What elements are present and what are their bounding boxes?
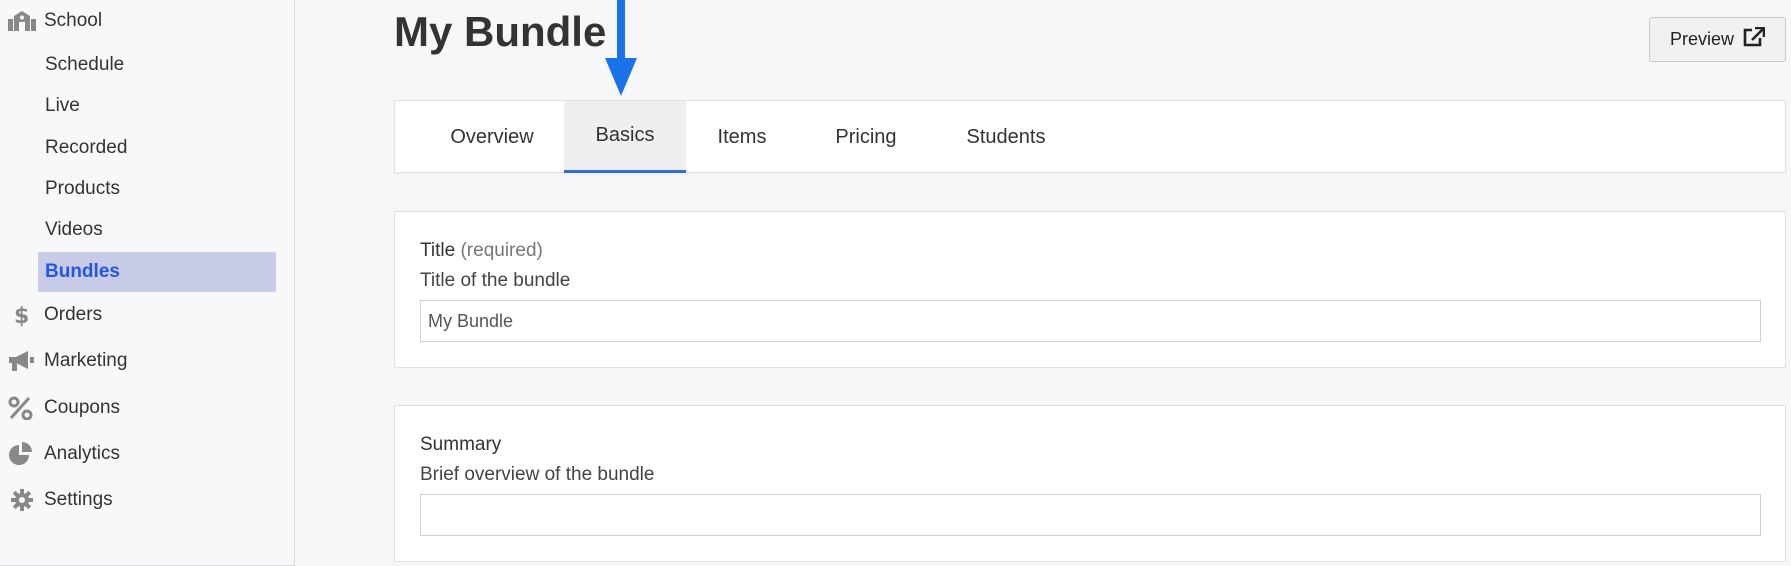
tab-students[interactable]: Students [942,101,1070,173]
summary-card: Summary Brief overview of the bundle [394,405,1786,562]
tab-pricing[interactable]: Pricing [806,101,926,173]
required-note: (required) [460,240,543,261]
tab-label: Students [966,125,1046,148]
title-field-help: Title of the bundle [420,270,571,291]
sidebar-item-label: Bundles [45,261,120,282]
sidebar-item-label: Videos [45,219,103,240]
title-label-text: Title [420,240,456,261]
tab-bar: Overview Basics Items Pricing Students [394,100,1786,173]
external-link-icon [1743,26,1766,52]
tab-label: Pricing [835,125,897,148]
sidebar-item-label: Analytics [44,443,121,464]
tab-basics[interactable]: Basics [564,101,686,173]
title-field-label: Title (required) [420,240,543,262]
summary-field-help: Brief overview of the bundle [420,464,655,485]
summary-input[interactable] [420,494,1761,536]
tab-label: Basics [595,124,655,146]
gear-icon [8,488,38,512]
sidebar-item-coupons[interactable]: Coupons [8,393,120,423]
annotation-arrow-icon [605,0,637,96]
sidebar-item-recorded[interactable]: Recorded [45,133,127,163]
sidebar-item-orders[interactable]: $ Orders [8,300,102,330]
sidebar-item-label: Schedule [45,54,125,75]
sidebar: School Schedule Live Recorded Products V… [0,0,295,566]
sidebar-item-school[interactable]: School [8,6,102,36]
preview-button[interactable]: Preview [1649,17,1786,62]
title-input[interactable] [420,300,1761,342]
sidebar-item-bundles[interactable]: Bundles [38,252,276,292]
sidebar-item-videos[interactable]: Videos [45,215,103,245]
title-card: Title (required) Title of the bundle [394,211,1786,368]
sidebar-item-settings[interactable]: Settings [8,485,113,515]
sidebar-item-label: Coupons [44,397,121,418]
school-icon [8,9,38,33]
tab-label: Overview [450,125,534,148]
tab-label: Items [717,125,767,148]
pie-chart-icon [8,442,38,466]
sidebar-item-label: Live [45,95,80,116]
sidebar-item-schedule[interactable]: Schedule [45,50,124,80]
sidebar-item-label: Recorded [45,137,128,158]
sidebar-item-products[interactable]: Products [45,174,120,204]
sidebar-item-label: School [44,10,103,31]
sidebar-item-label: Products [45,178,120,199]
sidebar-item-label: Settings [44,489,113,510]
sidebar-item-live[interactable]: Live [45,91,80,121]
svg-text:$: $ [14,304,29,327]
dollar-icon: $ [8,303,38,327]
sidebar-item-marketing[interactable]: Marketing [8,346,127,376]
sidebar-item-analytics[interactable]: Analytics [8,439,120,469]
tab-overview[interactable]: Overview [422,101,562,173]
page-title: My Bundle [394,8,607,55]
summary-field-label: Summary [420,434,502,455]
preview-button-label: Preview [1669,29,1735,49]
megaphone-icon [8,349,38,373]
sidebar-item-label: Orders [44,304,103,325]
percent-icon [8,396,38,420]
tab-items[interactable]: Items [688,101,796,173]
sidebar-item-label: Marketing [44,350,128,371]
